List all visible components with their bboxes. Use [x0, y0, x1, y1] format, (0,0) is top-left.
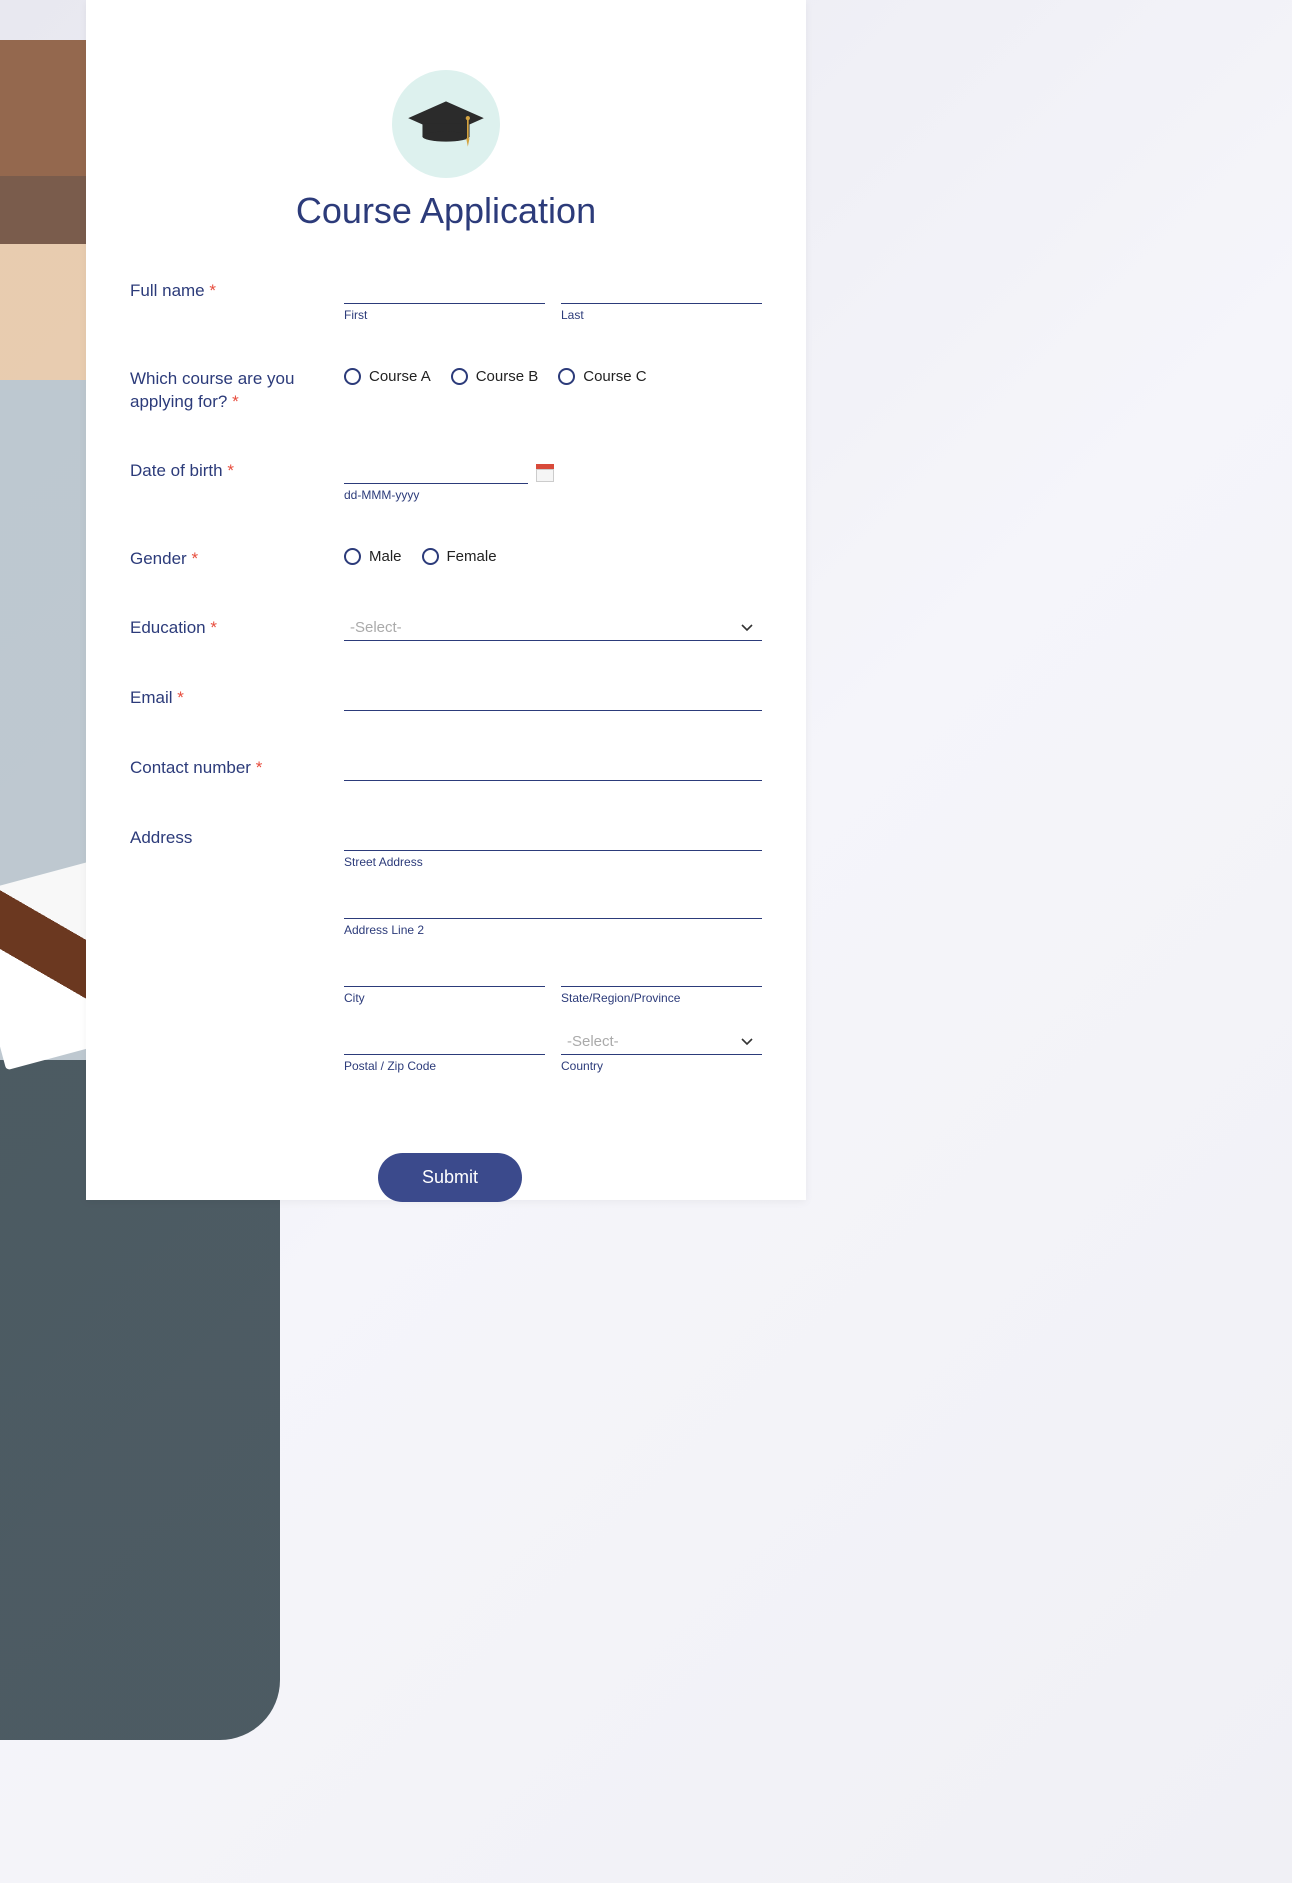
postal-sublabel: Postal / Zip Code — [344, 1059, 545, 1073]
fullname-label: Full name * — [130, 281, 216, 300]
first-name-sublabel: First — [344, 308, 545, 322]
email-label: Email * — [130, 688, 184, 707]
country-sublabel: Country — [561, 1059, 762, 1073]
radio-circle-icon — [344, 368, 361, 385]
submit-button[interactable]: Submit — [378, 1153, 522, 1202]
required-marker: * — [209, 281, 216, 300]
dob-input[interactable] — [344, 458, 528, 484]
required-marker: * — [191, 549, 198, 568]
gender-radio-male[interactable]: Male — [344, 548, 402, 565]
education-label: Education * — [130, 618, 217, 637]
country-placeholder: -Select- — [567, 1033, 740, 1050]
course-radio-a[interactable]: Course A — [344, 368, 431, 385]
region-sublabel: State/Region/Province — [561, 991, 762, 1005]
course-label: Which course are you applying for? * — [130, 369, 294, 411]
course-c-label: Course C — [583, 368, 646, 385]
gender-label: Gender * — [130, 549, 198, 568]
graduation-cap-icon — [404, 94, 488, 154]
chevron-down-icon — [740, 620, 754, 634]
street-input[interactable] — [344, 825, 762, 851]
contact-input[interactable] — [344, 755, 762, 781]
radio-circle-icon — [451, 368, 468, 385]
course-radio-b[interactable]: Course B — [451, 368, 539, 385]
country-select[interactable]: -Select- — [561, 1029, 762, 1055]
calendar-icon[interactable] — [536, 464, 554, 482]
radio-circle-icon — [558, 368, 575, 385]
postal-input[interactable] — [344, 1029, 545, 1055]
required-marker: * — [227, 461, 234, 480]
dob-label: Date of birth * — [130, 461, 234, 480]
education-placeholder: -Select- — [350, 619, 740, 636]
region-input[interactable] — [561, 961, 762, 987]
female-label: Female — [447, 548, 497, 565]
last-name-sublabel: Last — [561, 308, 762, 322]
contact-label: Contact number * — [130, 758, 262, 777]
address-line2-input[interactable] — [344, 893, 762, 919]
radio-circle-icon — [344, 548, 361, 565]
line2-sublabel: Address Line 2 — [344, 923, 762, 937]
street-sublabel: Street Address — [344, 855, 762, 869]
dob-format-hint: dd-MMM-yyyy — [344, 488, 762, 502]
city-sublabel: City — [344, 991, 545, 1005]
form-header: Course Application — [130, 70, 762, 232]
course-radio-c[interactable]: Course C — [558, 368, 646, 385]
course-a-label: Course A — [369, 368, 431, 385]
email-input[interactable] — [344, 685, 762, 711]
required-marker: * — [232, 392, 239, 411]
education-select[interactable]: -Select- — [344, 615, 762, 641]
gender-radio-female[interactable]: Female — [422, 548, 497, 565]
required-marker: * — [256, 758, 263, 777]
radio-circle-icon — [422, 548, 439, 565]
address-label: Address — [130, 828, 192, 847]
first-name-input[interactable] — [344, 278, 545, 304]
chevron-down-icon — [740, 1034, 754, 1048]
required-marker: * — [177, 688, 184, 707]
required-marker: * — [210, 618, 217, 637]
course-application-form: Course Application Full name * First Las… — [86, 0, 806, 1200]
male-label: Male — [369, 548, 402, 565]
logo-circle — [392, 70, 500, 178]
last-name-input[interactable] — [561, 278, 762, 304]
city-input[interactable] — [344, 961, 545, 987]
form-title: Course Application — [130, 190, 762, 232]
course-b-label: Course B — [476, 368, 539, 385]
